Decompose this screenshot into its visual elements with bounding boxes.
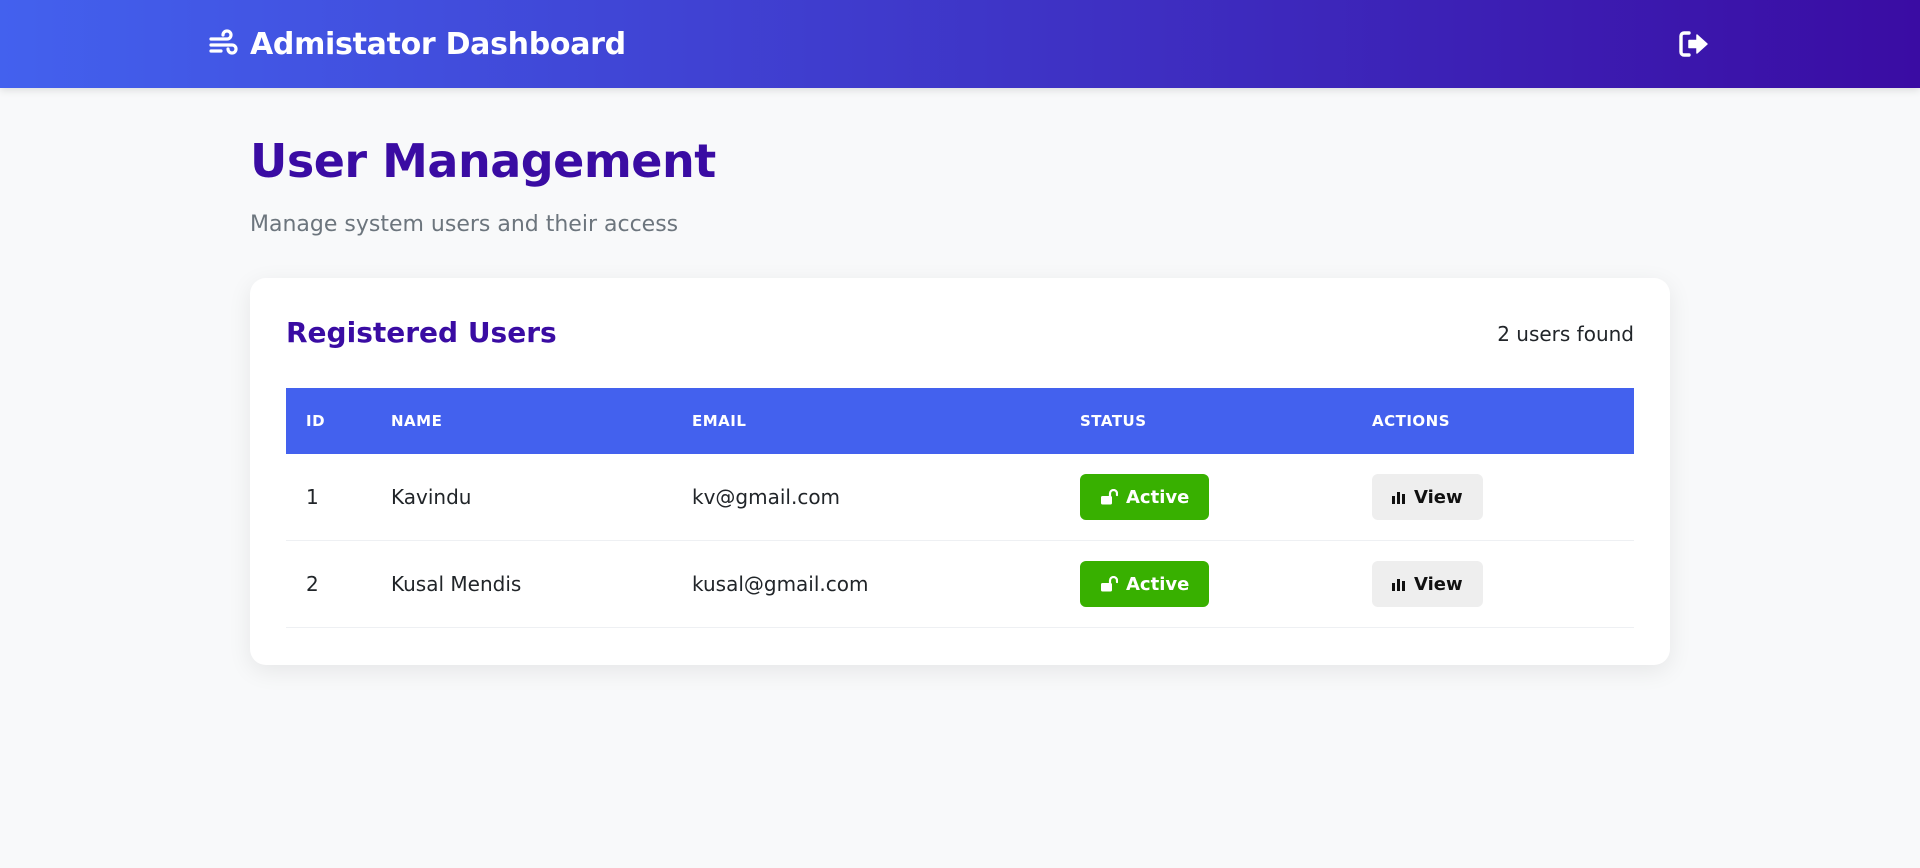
user-id: 2: [306, 572, 319, 596]
bar-chart-icon: [1392, 577, 1406, 591]
bar-chart-icon: [1392, 490, 1406, 504]
column-header-name: NAME: [391, 412, 443, 430]
status-cell: Active: [1080, 561, 1372, 607]
dashboard-title: Admistator Dashboard: [250, 26, 626, 62]
user-count: 2 users found: [1497, 322, 1634, 346]
user-name: Kavindu: [391, 485, 472, 509]
table-row: 2 Kusal Mendis kusal@gmail.com Active Vi…: [286, 541, 1634, 628]
view-label: View: [1414, 573, 1463, 595]
user-email: kusal@gmail.com: [692, 572, 869, 596]
status-toggle-button[interactable]: Active: [1080, 474, 1210, 520]
view-label: View: [1414, 486, 1463, 508]
page-title: User Management: [250, 134, 716, 188]
top-navbar: Admistator Dashboard: [0, 0, 1920, 88]
card-title: Registered Users: [286, 316, 557, 349]
user-name: Kusal Mendis: [391, 572, 522, 596]
table-row: 1 Kavindu kv@gmail.com Active View: [286, 454, 1634, 541]
page-subtitle: Manage system users and their access: [250, 212, 679, 237]
sign-out-icon: [1678, 30, 1710, 58]
column-header-email: EMAIL: [692, 412, 747, 430]
brand[interactable]: Admistator Dashboard: [208, 22, 626, 66]
logout-button[interactable]: [1676, 26, 1712, 62]
unlock-icon: [1100, 576, 1118, 592]
table-header: ID NAME EMAIL STATUS ACTIONS: [286, 388, 1634, 454]
status-label: Active: [1126, 573, 1190, 595]
view-button[interactable]: View: [1372, 561, 1483, 607]
column-header-status: STATUS: [1080, 412, 1147, 430]
wind-icon: [208, 29, 238, 59]
column-header-id: ID: [306, 412, 326, 430]
user-id: 1: [306, 485, 319, 509]
users-table: ID NAME EMAIL STATUS ACTIONS 1 Kavindu k…: [286, 388, 1634, 628]
status-toggle-button[interactable]: Active: [1080, 561, 1210, 607]
status-label: Active: [1126, 486, 1190, 508]
actions-cell: View: [1372, 474, 1634, 520]
view-button[interactable]: View: [1372, 474, 1483, 520]
user-email: kv@gmail.com: [692, 485, 841, 509]
registered-users-card: Registered Users 2 users found ID NAME E…: [250, 278, 1670, 665]
unlock-icon: [1100, 489, 1118, 505]
actions-cell: View: [1372, 561, 1634, 607]
column-header-actions: ACTIONS: [1372, 412, 1451, 430]
status-cell: Active: [1080, 474, 1372, 520]
